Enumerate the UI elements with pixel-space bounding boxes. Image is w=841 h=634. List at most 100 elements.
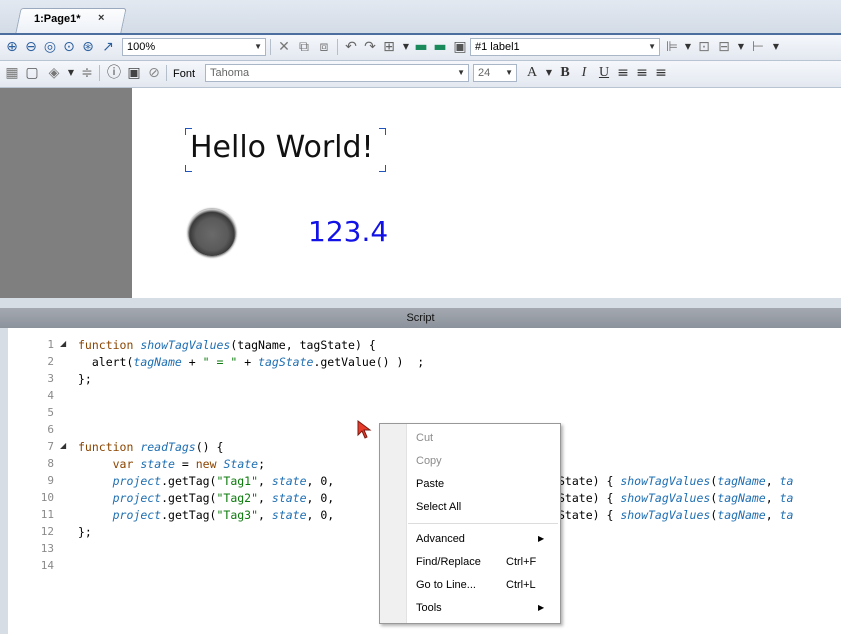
zoom-out-icon[interactable]: ⊖ <box>23 39 39 55</box>
separator <box>99 65 100 81</box>
chevron-down-icon[interactable]: ▼ <box>63 65 79 81</box>
zoom-combo[interactable]: 100% ▼ <box>122 38 266 56</box>
zoom-actual-icon[interactable]: ⊙ <box>61 39 77 55</box>
object-combo[interactable]: #1 label1 ▼ <box>470 38 660 56</box>
line-number: 1 <box>47 338 54 351</box>
font-color-icon[interactable]: A <box>524 65 540 81</box>
line-number: 12 <box>40 525 54 538</box>
context-menu: Cut Copy Paste Select All Advanced ▶ Find… <box>379 423 561 624</box>
numeric-value-field[interactable]: 123.4 <box>308 215 388 248</box>
pane-splitter[interactable] <box>0 298 841 308</box>
separator <box>166 65 167 81</box>
zoom-in-icon[interactable]: ⊕ <box>4 39 20 55</box>
chevron-down-icon[interactable]: ▼ <box>768 39 784 55</box>
code-line: project.getTag("Tag3", state, 0, <box>112 508 335 522</box>
spacing-icon[interactable]: ⊢ <box>750 39 766 55</box>
delete-icon[interactable]: ✕ <box>276 39 292 55</box>
mouse-pointer-icon <box>357 420 372 439</box>
chevron-down-icon: ▼ <box>254 42 262 51</box>
send-back-icon[interactable]: ▬ <box>432 39 448 55</box>
menu-item-copy[interactable]: Copy <box>416 451 556 471</box>
line-number: 10 <box>40 491 54 504</box>
menu-separator <box>408 523 558 524</box>
page-canvas[interactable] <box>132 88 841 298</box>
chevron-down-icon[interactable]: ▼ <box>398 39 414 55</box>
font-size-combo[interactable]: 24 ▼ <box>473 64 517 82</box>
align-text-right-icon[interactable]: ≡ <box>653 65 669 81</box>
line-number: 3 <box>47 372 54 385</box>
page-tab-label[interactable]: 1:Page1* <box>34 13 80 25</box>
code-line: function showTagValues(tagName, tagState… <box>78 338 376 352</box>
border-icon[interactable]: ▢ <box>24 65 40 81</box>
code-line: var state = new State; <box>112 457 266 471</box>
fill-color-icon[interactable]: ◈ <box>46 65 62 81</box>
menu-icon-column <box>380 424 407 623</box>
zoom-selection-icon[interactable]: ↗ <box>100 39 116 55</box>
fold-arrow-icon[interactable]: ◢ <box>60 339 66 348</box>
code-line-tail: State) { showTagValues(tagName, ta <box>558 474 794 488</box>
separator <box>337 39 338 55</box>
menu-item-tools[interactable]: Tools ▶ <box>416 598 556 618</box>
chevron-down-icon[interactable]: ▼ <box>541 65 557 81</box>
group-icon[interactable]: ⧉ <box>296 39 312 55</box>
document-tab-bar: 1:Page1* × <box>0 0 841 34</box>
line-style-icon[interactable]: ≑ <box>79 65 95 81</box>
close-tab-icon[interactable]: × <box>98 12 104 24</box>
chevron-down-icon: ▼ <box>505 68 513 77</box>
code-line: }; <box>78 525 92 539</box>
submenu-arrow-icon: ▶ <box>538 534 545 543</box>
image-icon[interactable]: ▣ <box>126 65 142 81</box>
code-line: }; <box>78 372 92 386</box>
font-size-value: 24 <box>478 67 491 79</box>
distribute-icon[interactable]: ⊟ <box>716 39 732 55</box>
line-number: 13 <box>40 542 54 555</box>
code-line: function readTags() { <box>78 440 224 454</box>
zoom-toolbar: ⊕ ⊖ ◎ ⊙ ⊛ ↗ 100% ▼ ✕ ⧉ ⧈ ↶ ↷ ⊞ ▼ ▬ ▬ ▣ #… <box>0 35 841 61</box>
script-pane-header: Script <box>0 308 841 328</box>
zoom-page-icon[interactable]: ⊛ <box>80 39 96 55</box>
bring-front-icon[interactable]: ▬ <box>413 39 429 55</box>
separator <box>270 39 271 55</box>
info-icon[interactable]: ⓘ <box>106 65 122 81</box>
rotate-left-icon[interactable]: ↶ <box>343 39 359 55</box>
chevron-down-icon[interactable]: ▼ <box>680 39 696 55</box>
font-label: Font <box>173 68 196 80</box>
line-number: 9 <box>47 474 54 487</box>
format-toolbar: ▦ ▢ ◈ ▼ ≑ ⓘ ▣ ⊘ Font Tahoma ▼ 24 ▼ A ▼ B… <box>0 61 841 88</box>
grid-icon[interactable]: ▦ <box>4 65 20 81</box>
selection-handles <box>185 128 386 172</box>
menu-item-advanced[interactable]: Advanced ▶ <box>416 529 556 549</box>
round-button-widget[interactable] <box>188 208 236 256</box>
object-combo-value: #1 label1 <box>475 41 520 53</box>
menu-item-find-replace[interactable]: Find/Replace Ctrl+F <box>416 552 556 572</box>
bold-icon[interactable]: B <box>557 65 573 81</box>
arrange-icon[interactable]: ⊞ <box>381 39 397 55</box>
label-icon: ▣ <box>453 39 467 55</box>
align-text-left-icon[interactable]: ≡ <box>615 65 631 81</box>
font-name-value: Tahoma <box>210 67 250 79</box>
line-number: 2 <box>47 355 54 368</box>
italic-icon[interactable]: I <box>576 65 592 81</box>
code-line: project.getTag("Tag1", state, 0, <box>112 474 335 488</box>
align-left-icon[interactable]: ⊫ <box>664 39 680 55</box>
menu-item-cut[interactable]: Cut <box>416 428 556 448</box>
underline-icon[interactable]: U <box>596 65 612 81</box>
line-number: 4 <box>47 389 54 402</box>
center-icon[interactable]: ⊡ <box>696 39 712 55</box>
fold-arrow-icon[interactable]: ◢ <box>60 441 66 450</box>
menu-item-go-to-line[interactable]: Go to Line... Ctrl+L <box>416 575 556 595</box>
rotate-right-icon[interactable]: ↷ <box>362 39 378 55</box>
menu-item-paste[interactable]: Paste <box>416 474 556 494</box>
code-line-tail: State) { showTagValues(tagName, ta <box>558 491 794 505</box>
ungroup-icon[interactable]: ⧈ <box>316 39 332 55</box>
chevron-down-icon[interactable]: ▼ <box>733 39 749 55</box>
line-number: 8 <box>47 457 54 470</box>
line-number: 7 <box>47 440 54 453</box>
canvas-margin <box>0 88 132 298</box>
clear-icon[interactable]: ⊘ <box>146 65 162 81</box>
font-name-combo[interactable]: Tahoma ▼ <box>205 64 469 82</box>
zoom-value: 100% <box>127 41 156 53</box>
menu-item-select-all[interactable]: Select All <box>416 497 556 517</box>
zoom-fit-icon[interactable]: ◎ <box>42 39 58 55</box>
align-text-center-icon[interactable]: ≡ <box>634 65 650 81</box>
